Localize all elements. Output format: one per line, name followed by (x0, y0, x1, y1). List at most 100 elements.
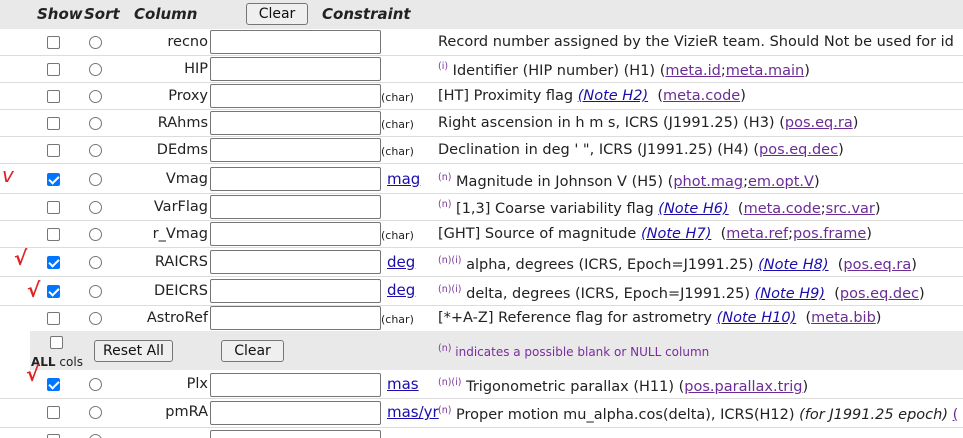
show-checkbox[interactable] (47, 36, 60, 49)
ucd-link[interactable]: pos.eq.ra (843, 257, 911, 273)
sort-radio[interactable] (89, 173, 102, 186)
column-header: Column (134, 5, 198, 23)
column-name: Proxy (168, 88, 208, 104)
show-header: Show (37, 5, 83, 23)
annotation-check-mark: √ (26, 362, 40, 386)
reset-all-button[interactable]: Reset All (94, 340, 173, 362)
show-checkbox[interactable] (47, 312, 60, 325)
ucd-link[interactable]: meta.bib (811, 310, 876, 326)
constraint-input[interactable] (210, 167, 381, 191)
ucd-link[interactable]: pos.frame (793, 226, 866, 242)
show-checkbox[interactable] (47, 201, 60, 214)
ucd-link[interactable]: pos.eq.dec (840, 286, 919, 302)
sort-radio[interactable] (89, 312, 102, 325)
sort-radio[interactable] (89, 90, 102, 103)
ucd-link[interactable]: meta.id (665, 63, 720, 79)
constraint-input[interactable] (210, 222, 381, 246)
show-checkbox[interactable] (47, 117, 60, 130)
unit-link[interactable]: deg (387, 281, 415, 299)
ucd-link[interactable]: meta.code (663, 88, 740, 104)
column-name: DEdms (156, 142, 208, 158)
column-name: DEICRS (153, 283, 208, 299)
column-description: (n) [1,3] Coarse variability flag (Note … (438, 199, 881, 217)
annotation-check-mark: √ (27, 278, 41, 302)
vizier-column-form: Show Sort Column Clear Constraint recno … (0, 0, 963, 438)
show-checkbox[interactable] (47, 285, 60, 298)
sort-radio[interactable] (89, 63, 102, 76)
unit-link[interactable]: mas (387, 375, 419, 393)
column-name: Vmag (165, 171, 208, 187)
unit-label: (char) (381, 91, 414, 104)
ucd-link[interactable]: ( (953, 407, 959, 423)
show-checkbox[interactable] (47, 406, 60, 419)
table-row: RAhms (char) Right ascension in h m s, I… (0, 110, 963, 137)
constraint-header: Constraint (322, 5, 411, 23)
ucd-link[interactable]: pos.parallax.trig (684, 379, 802, 395)
null-flag: (n) (438, 172, 452, 183)
sort-radio[interactable] (89, 285, 102, 298)
note-link[interactable]: (Note H2) (578, 88, 648, 104)
table-row: pmRA mas/yr (n) Proper motion mu_alpha.c… (0, 399, 963, 428)
constraint-input[interactable] (210, 401, 381, 425)
null-flag: (n) (438, 343, 452, 354)
show-checkbox[interactable] (47, 378, 60, 391)
ucd-link[interactable]: pos.eq.dec (759, 142, 838, 158)
show-checkbox[interactable] (47, 90, 60, 103)
show-checkbox[interactable] (47, 228, 60, 241)
unit-label: (char) (381, 313, 414, 326)
sort-radio[interactable] (89, 228, 102, 241)
note-link[interactable]: (Note H6) (658, 201, 728, 217)
sort-radio[interactable] (89, 117, 102, 130)
constraint-input[interactable] (210, 138, 381, 162)
show-checkbox[interactable] (47, 256, 60, 269)
sort-radio[interactable] (89, 256, 102, 269)
constraint-input[interactable] (210, 250, 381, 274)
all-columns-checkbox[interactable] (50, 336, 63, 349)
constraint-input[interactable] (210, 57, 381, 81)
constraint-input[interactable] (210, 279, 381, 303)
sort-radio[interactable] (89, 144, 102, 157)
sort-radio[interactable] (89, 434, 102, 438)
show-checkbox[interactable] (47, 173, 60, 186)
table-row: VarFlag (n) [1,3] Coarse variability fla… (0, 194, 963, 221)
show-checkbox[interactable] (47, 63, 60, 76)
constraint-input[interactable] (210, 84, 381, 108)
constraint-input[interactable] (210, 30, 381, 54)
constraint-input[interactable] (210, 373, 381, 397)
sort-header: Sort (84, 5, 120, 23)
note-link[interactable]: (Note H7) (641, 226, 711, 242)
unit-link[interactable]: deg (387, 253, 415, 271)
column-name: pmRA (165, 404, 208, 420)
note-link[interactable]: (Note H9) (755, 286, 825, 302)
column-description: (n) Magnitude in Johnson V (H5) (phot.ma… (438, 172, 820, 190)
sort-radio[interactable] (89, 201, 102, 214)
null-flag: (n) (438, 405, 452, 416)
show-checkbox[interactable] (47, 434, 60, 438)
ucd-link[interactable]: pos.eq.ra (785, 115, 853, 131)
constraint-input[interactable] (210, 111, 381, 135)
ucd-link[interactable]: meta.code (744, 201, 821, 217)
clear-all-button[interactable]: Clear (221, 340, 284, 362)
ucd-link[interactable]: meta.ref (726, 226, 788, 242)
show-checkbox[interactable] (47, 144, 60, 157)
unit-link[interactable]: mag (387, 170, 420, 188)
ucd-link[interactable]: meta.main (726, 63, 804, 79)
clear-constraints-button[interactable]: Clear (246, 3, 308, 25)
constraint-input[interactable] (210, 195, 381, 219)
column-name: AstroRef (146, 310, 208, 326)
table-row: r_Vmag (char) [GHT] Source of magnitude … (0, 221, 963, 248)
ucd-link[interactable]: em.opt.V (748, 174, 814, 190)
note-link[interactable]: (Note H10) (717, 310, 797, 326)
unit-link[interactable]: mas/yr (387, 403, 439, 421)
column-description: Right ascension in h m s, ICRS (J1991.25… (438, 115, 859, 131)
ucd-link[interactable]: src.var (826, 201, 875, 217)
ucd-link[interactable]: phot.mag (673, 174, 743, 190)
sort-radio[interactable] (89, 378, 102, 391)
note-link[interactable]: (Note H8) (758, 257, 828, 273)
constraint-input[interactable] (210, 430, 381, 438)
sort-radio[interactable] (89, 36, 102, 49)
sort-radio[interactable] (89, 406, 102, 419)
table-row: DEdms (char) Declination in deg ' ", ICR… (0, 137, 963, 164)
annotation-check-mark: √ (14, 246, 28, 270)
constraint-input[interactable] (210, 306, 381, 330)
